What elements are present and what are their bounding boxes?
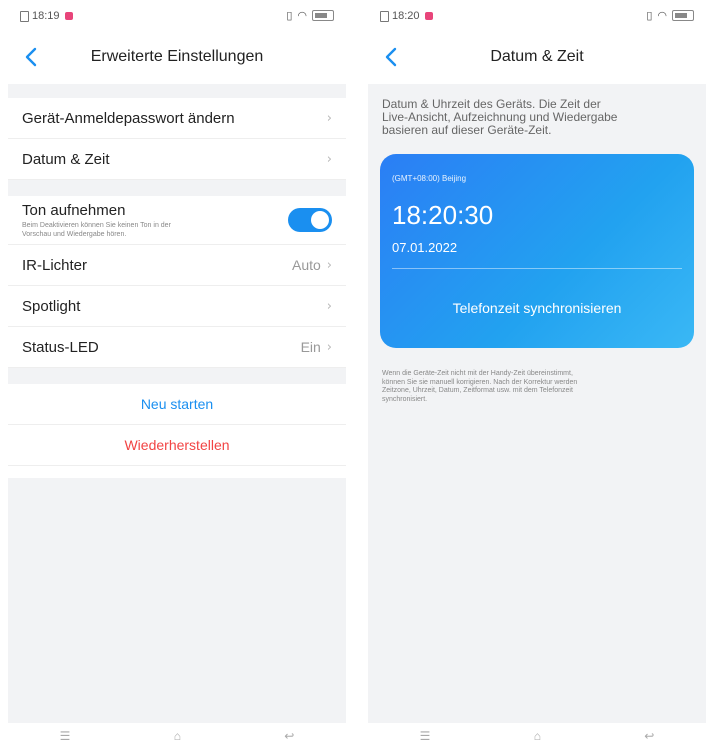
- restart-button[interactable]: Neu starten: [8, 384, 346, 425]
- system-nav-bar: ☰ ⌂ ↩: [8, 723, 346, 749]
- back-nav-icon[interactable]: ↩: [644, 729, 654, 743]
- home-icon[interactable]: ⌂: [534, 729, 541, 743]
- row-label: Datum & Zeit: [22, 150, 110, 168]
- nav-bar: Erweiterte Einstellungen: [8, 36, 346, 80]
- info-text: Datum & Uhrzeit des Geräts. Die Zeit der…: [382, 97, 618, 137]
- status-bar: 18:19 ▯ ◠: [8, 0, 346, 34]
- record-sound-toggle[interactable]: [288, 208, 332, 232]
- row-description-2: Vorschau und Wiedergabe hören.: [22, 230, 127, 238]
- row-status-led[interactable]: Status-LED Ein ›: [8, 327, 346, 368]
- device-time: 18:20:30: [392, 200, 494, 230]
- system-nav-bar: ☰ ⌂ ↩: [368, 723, 706, 749]
- chevron-right-icon: ›: [326, 257, 332, 273]
- row-label: Gerät-Anmeldepasswort ändern: [22, 109, 235, 127]
- notification-icon: [424, 12, 433, 20]
- chevron-right-icon: ›: [326, 298, 332, 314]
- row-label: IR-Lichter: [22, 256, 88, 274]
- sync-phone-time-button[interactable]: Telefonzeit synchronisieren: [380, 300, 694, 316]
- status-time: 18:20: [392, 10, 420, 22]
- row-description-1: Beim Deaktivieren können Sie keinen Ton …: [22, 221, 171, 229]
- date-time-screen: 18:20 ▯ ◠ Datum & Zeit Datum & Uhrzeit d…: [368, 0, 706, 749]
- card-divider: [392, 268, 682, 269]
- status-time: 18:19: [32, 10, 60, 22]
- row-value: Ein: [300, 339, 321, 355]
- chevron-right-icon: ›: [326, 151, 332, 167]
- row-label: Status-LED: [22, 338, 99, 356]
- battery-icon: [312, 10, 334, 21]
- row-date-time[interactable]: Datum & Zeit ›: [8, 139, 346, 180]
- notification-icon: [64, 12, 73, 20]
- row-label: Ton aufnehmen: [22, 201, 126, 219]
- sim-icon: [380, 10, 389, 22]
- status-bar: 18:20 ▯ ◠: [368, 0, 706, 34]
- vibrate-icon: ▯: [646, 10, 653, 22]
- sync-note: Wenn die Geräte-Zeit nicht mit der Handy…: [382, 370, 578, 403]
- vibrate-icon: ▯: [286, 10, 293, 22]
- device-date: 07.01.2022: [392, 240, 458, 255]
- sim-icon: [20, 10, 29, 22]
- row-value: Auto: [291, 257, 321, 273]
- row-change-password[interactable]: Gerät-Anmeldepasswort ändern ›: [8, 98, 346, 139]
- timezone-label: (GMT+08:00) Beijing: [392, 174, 467, 183]
- row-label: Spotlight: [22, 297, 81, 315]
- menu-icon[interactable]: ☰: [60, 729, 71, 743]
- restore-button[interactable]: Wiederherstellen: [8, 425, 346, 466]
- menu-icon[interactable]: ☰: [420, 729, 431, 743]
- wifi-icon: ◠: [297, 10, 307, 22]
- chevron-right-icon: ›: [326, 339, 332, 355]
- page-title: Erweiterte Einstellungen: [90, 48, 264, 65]
- battery-icon: [672, 10, 694, 21]
- wifi-icon: ◠: [657, 10, 667, 22]
- toggle-knob: [311, 211, 329, 229]
- back-nav-icon[interactable]: ↩: [284, 729, 294, 743]
- row-record-sound: Ton aufnehmen Beim Deaktivieren können S…: [8, 196, 346, 245]
- row-ir-lights[interactable]: IR-Lichter Auto ›: [8, 245, 346, 286]
- row-spotlight[interactable]: Spotlight ›: [8, 286, 346, 327]
- device-time-card: (GMT+08:00) Beijing 18:20:30 07.01.2022 …: [380, 154, 694, 348]
- home-icon[interactable]: ⌂: [174, 729, 181, 743]
- settings-group-1: Gerät-Anmeldepasswort ändern › Datum & Z…: [8, 84, 346, 466]
- chevron-right-icon: ›: [326, 110, 332, 126]
- page-title: Datum & Zeit: [490, 48, 584, 65]
- nav-bar: Datum & Zeit: [368, 36, 706, 80]
- advanced-settings-screen: 18:19 ▯ ◠ Erweiterte Einstellungen Gerät…: [8, 0, 346, 749]
